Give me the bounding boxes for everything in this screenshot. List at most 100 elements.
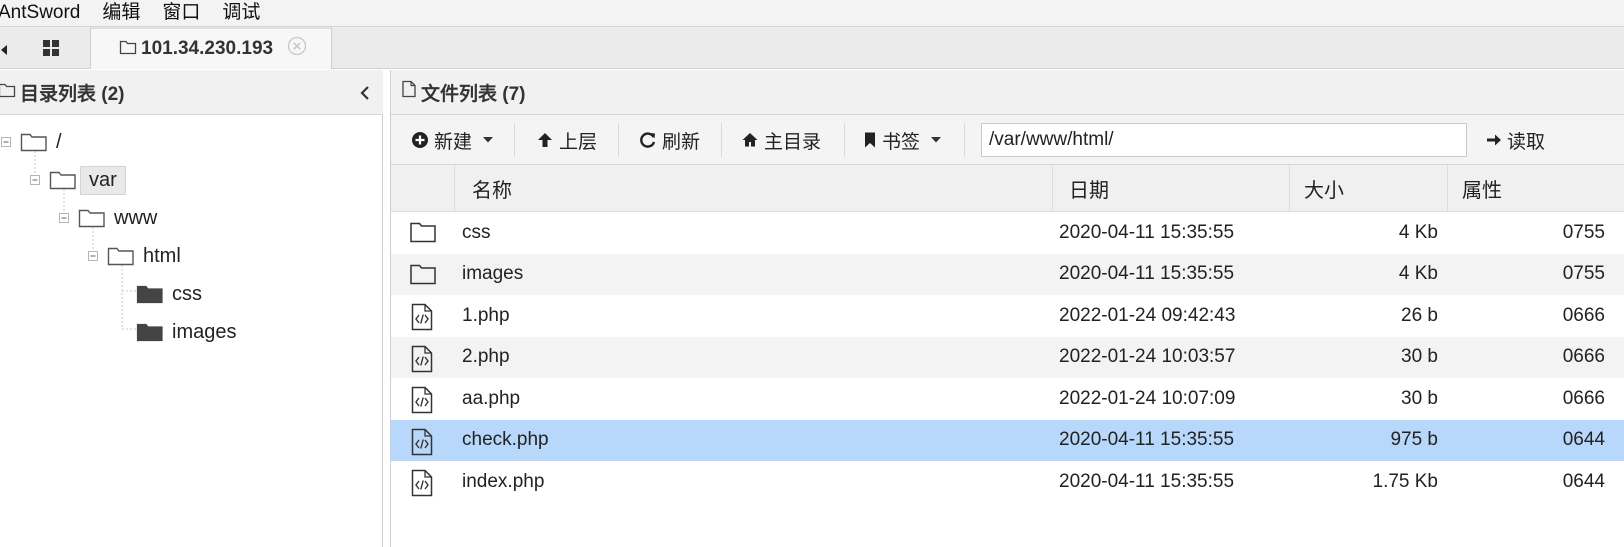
cell-date: 2022-01-24 10:03:57 [1059,346,1236,368]
tab-scroll-left-icon[interactable] [0,41,10,59]
path-input[interactable] [981,123,1467,157]
directory-panel-title: 目录列表 (2) [20,83,125,105]
code-file-icon [409,469,437,497]
bookmark-icon [865,132,875,148]
tab-server[interactable]: 101.34.230.193 [90,27,332,69]
cell-size: 4 Kb [1398,263,1438,285]
tree-node-html[interactable]: html [87,240,189,272]
table-row[interactable]: aa.php 2022-01-24 10:07:09 30 b 0666 [391,378,1624,420]
table-row[interactable]: css 2020-04-11 15:35:55 4 Kb 0755 [391,212,1624,254]
cell-name: aa.php [462,387,521,409]
file-panel-title: 文件列表 (7) [421,83,526,105]
tree-collapse-icon[interactable] [58,211,72,225]
cell-attr: 0666 [1562,387,1605,409]
tree-node-label: css [172,282,202,305]
code-file-icon [409,303,437,331]
tree-node-root[interactable]: / [0,126,70,158]
table-row[interactable]: index.php 2020-04-11 15:35:55 1.75 Kb 0644 [391,461,1624,503]
tree-node-label: / [56,130,62,153]
column-header-size[interactable]: 大小 [1289,165,1447,212]
plus-circle-icon [412,132,428,148]
file-toolbar: 新建 上层 刷新 主目录 书签 读取 [391,115,1624,165]
collapse-panel-icon[interactable] [359,84,371,108]
cell-date: 2020-04-11 15:35:55 [1059,470,1235,492]
menu-debug[interactable]: 调试 [222,3,260,23]
refresh-label: 刷新 [662,131,701,153]
caret-down-icon [483,137,494,143]
cell-name: index.php [462,470,545,492]
tree-node-www[interactable]: www [58,202,165,234]
column-header-date[interactable]: 日期 [1052,165,1289,212]
tab-label: 101.34.230.193 [141,38,274,59]
folder-open-icon [107,247,134,266]
file-grid: 名称 日期 大小 属性 css 2020-04-11 15:35:55 4 Kb 07… [391,165,1624,547]
cell-name: images [462,263,524,285]
column-header-name[interactable]: 名称 [454,165,1052,212]
caret-down-icon [931,137,942,143]
folder-closed-icon [136,285,163,304]
grid-header: 名称 日期 大小 属性 [391,165,1624,212]
tree-node-label: var [80,165,126,195]
file-panel: 文件列表 (7) 新建 上层 刷新 主目录 书签 /var/www/html/ … [390,70,1624,547]
folder-open-icon [20,133,47,152]
folder-icon [119,38,137,61]
cell-attr: 0666 [1562,304,1605,326]
column-header-attr[interactable]: 属性 [1447,165,1624,212]
table-row[interactable]: 1.php 2022-01-24 09:42:43 26 b 0666 [391,295,1624,337]
read-button[interactable]: 读取 [1486,124,1545,156]
table-row[interactable]: 2.php 2022-01-24 10:03:57 30 b 0666 [391,336,1624,378]
cell-size: 30 b [1401,387,1438,409]
cell-name: 2.php [462,346,510,368]
folder-open-icon [78,209,105,228]
tab-close-icon[interactable] [287,36,307,62]
directory-tree: / var www html css images [0,115,383,547]
refresh-icon [640,132,656,148]
menu-window[interactable]: 窗口 [162,3,200,23]
cell-size: 26 b [1401,304,1438,326]
home-grid-icon[interactable] [40,37,62,59]
cell-attr: 0644 [1562,429,1605,451]
menu-antsword[interactable]: AntSword [0,3,80,23]
up-level-button[interactable]: 上层 [536,124,597,156]
tree-node-images[interactable]: images [136,316,244,348]
refresh-button[interactable]: 刷新 [639,124,700,156]
cell-date: 2020-04-11 15:35:55 [1059,221,1235,243]
folder-icon [409,262,437,288]
tree-collapse-icon[interactable] [29,173,43,187]
menu-bar: AntSword 编辑 窗口 调试 [0,0,1624,27]
cell-name: css [462,221,491,243]
tree-node-label: www [114,206,158,229]
folder-closed-icon [136,323,163,342]
tree-collapse-icon[interactable] [87,249,101,263]
bookmark-button[interactable]: 书签 [863,124,947,156]
cell-date: 2020-04-11 15:35:55 [1059,263,1235,285]
folder-icon [409,220,437,246]
cell-date: 2022-01-24 10:07:09 [1059,387,1236,409]
tree-collapse-icon[interactable] [0,135,14,149]
cell-size: 1.75 Kb [1372,470,1439,492]
cell-date: 2020-04-11 15:35:55 [1059,429,1235,451]
tree-node-label: html [143,244,181,267]
code-file-icon [409,428,437,455]
table-row[interactable]: images 2020-04-11 15:35:55 4 Kb 0755 [391,253,1624,295]
new-button[interactable]: 新建 [411,124,499,156]
file-panel-header: 文件列表 (7) [391,70,1624,115]
tree-node-var[interactable]: var [29,164,126,196]
bookmark-label: 书签 [882,131,921,153]
file-icon [401,80,417,104]
cell-size: 975 b [1390,429,1438,451]
cell-name: check.php [462,429,549,451]
tree-node-css[interactable]: css [136,278,210,310]
code-file-icon [409,345,437,372]
cell-attr: 0755 [1562,221,1605,243]
menu-edit[interactable]: 编辑 [102,3,140,23]
folder-icon [0,81,16,104]
cell-attr: 0666 [1562,346,1605,368]
cell-size: 4 Kb [1398,221,1438,243]
home-dir-button[interactable]: 主目录 [741,124,821,156]
cell-size: 30 b [1401,346,1438,368]
tree-node-label: images [172,320,237,343]
table-row[interactable]: check.php 2020-04-11 15:35:55 975 b 0644 [391,419,1624,461]
cell-attr: 0644 [1562,470,1605,492]
arrow-right-icon [1487,134,1501,146]
